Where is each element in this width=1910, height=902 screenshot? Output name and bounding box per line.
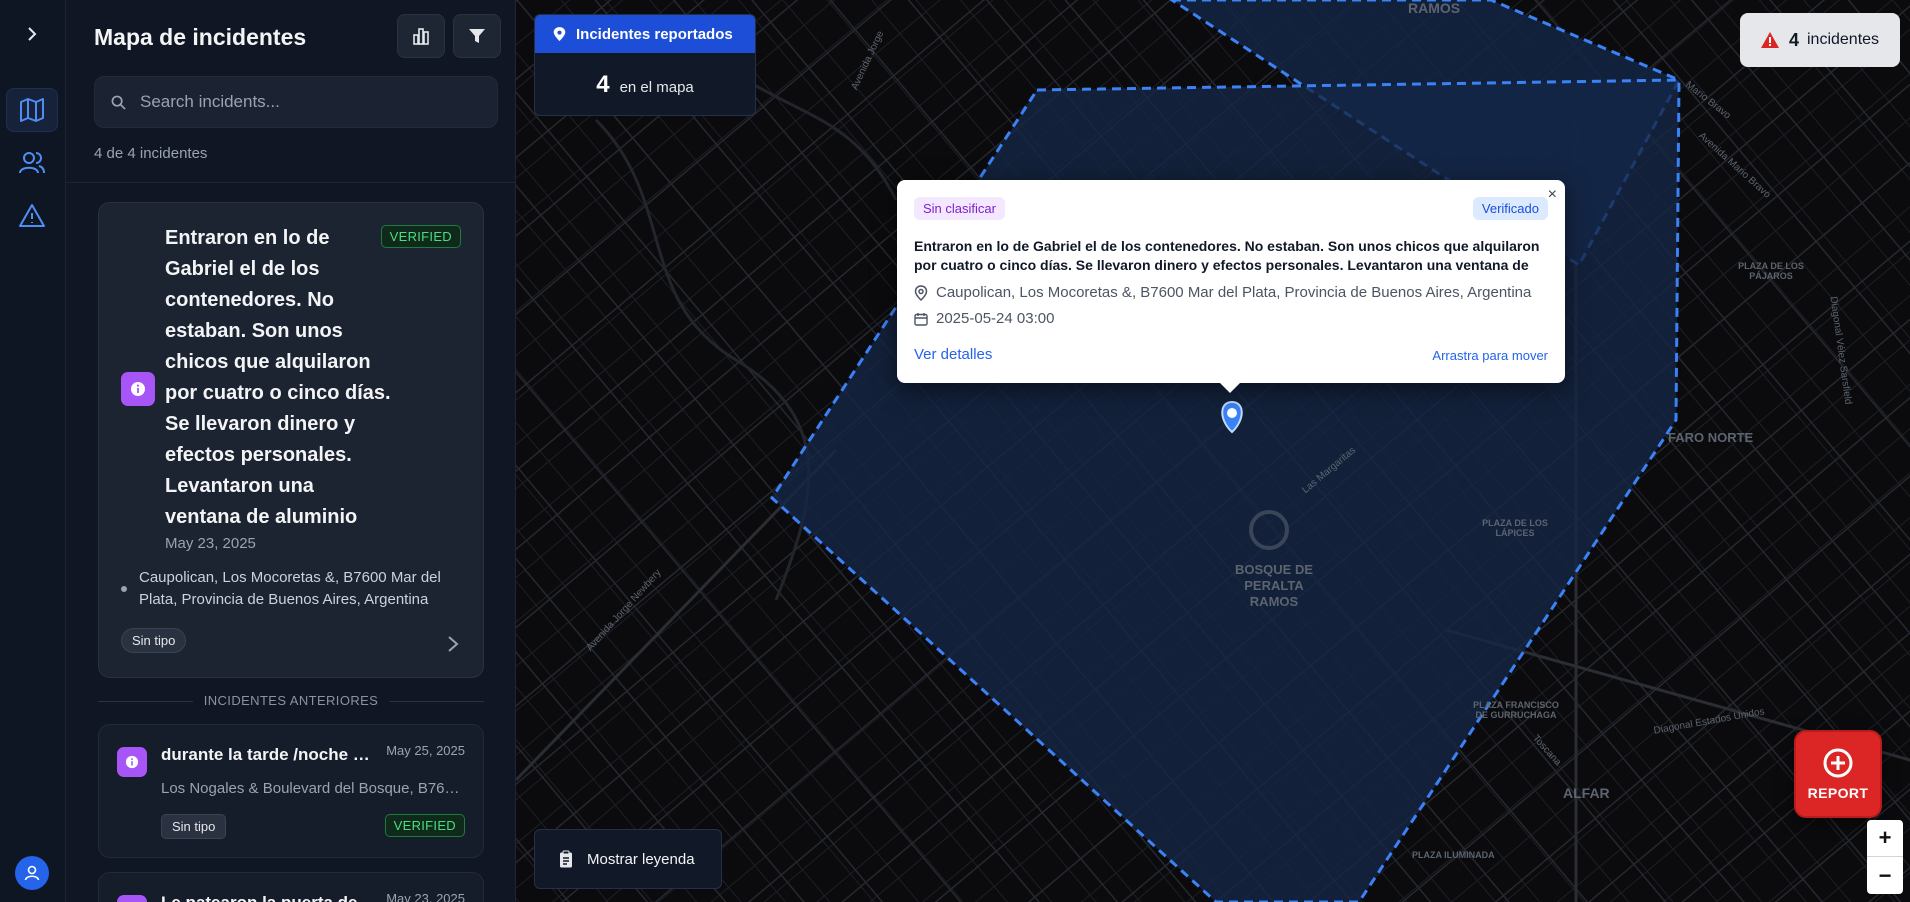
clipboard-icon xyxy=(560,850,572,868)
reported-title: Incidentes reportados xyxy=(576,25,733,43)
search-input[interactable] xyxy=(140,92,497,112)
warning-icon xyxy=(1760,32,1779,48)
map-label: PLAZA ILUMINADA xyxy=(1412,850,1495,860)
popup-location: Caupolican, Los Mocoretas &, B7600 Mar d… xyxy=(936,284,1532,301)
filter-icon xyxy=(469,29,485,43)
incident-card[interactable]: durante la tarde /noche se robaron May 2… xyxy=(98,724,484,858)
divider xyxy=(66,182,515,183)
incident-description: Entraron en lo de Gabriel el de los cont… xyxy=(914,238,1540,273)
map-label: RAMOS xyxy=(1408,0,1461,16)
incidents-label: incidentes xyxy=(1806,31,1880,48)
plus-circle-icon xyxy=(1823,748,1853,778)
warning-icon xyxy=(19,204,45,227)
type-badge: Sin tipo xyxy=(161,814,227,839)
map-label: ALFAR xyxy=(1563,785,1610,801)
incident-title: Entraron en lo de Gabriel el de los cont… xyxy=(165,227,391,528)
reported-label: en el mapa xyxy=(619,79,694,96)
calendar-icon xyxy=(914,312,928,326)
incident-date: May 23, 2025 xyxy=(386,891,465,902)
popup-datetime: 2025-05-24 03:00 xyxy=(936,310,1055,327)
report-label: REPORT xyxy=(1807,785,1869,801)
location-pin-icon xyxy=(553,26,566,41)
user-avatar[interactable] xyxy=(15,856,49,890)
info-badge xyxy=(117,895,147,902)
previous-incidents-heading: INCIDENTES ANTERIORES xyxy=(98,693,484,708)
incident-count-text: 4 de 4 incidentes xyxy=(94,145,208,162)
incident-card[interactable]: Le patearon la puerta de May 23, 2025 xyxy=(98,872,484,902)
location-pin-icon xyxy=(121,586,127,592)
info-icon xyxy=(125,755,139,769)
report-button[interactable]: REPORT xyxy=(1794,730,1882,818)
map-label: BOSQUE DE PERALTA RAMOS xyxy=(1234,562,1313,609)
zoom-in-button[interactable]: + xyxy=(1867,820,1903,857)
close-popup-button[interactable]: × xyxy=(1548,187,1557,203)
map-icon xyxy=(20,98,44,122)
info-icon xyxy=(131,382,145,396)
show-legend-button[interactable]: Mostrar leyenda xyxy=(534,829,722,889)
reported-header: Incidentes reportados xyxy=(535,15,755,53)
incident-date: May 23, 2025 xyxy=(165,535,256,552)
popup-location-row: Caupolican, Los Mocoretas &, B7600 Mar d… xyxy=(914,284,1531,301)
drag-hint[interactable]: Arrastra para mover xyxy=(1432,348,1548,363)
map-label: PLAZA DE LOS PÁJAROS xyxy=(1738,261,1804,281)
chevron-right-icon xyxy=(28,27,37,41)
nav-users-button[interactable] xyxy=(6,141,58,185)
verified-badge: VERIFIED xyxy=(384,814,465,837)
icon-rail xyxy=(0,0,66,902)
map-label: FARO NORTE xyxy=(1668,430,1754,445)
page-title: Mapa de incidentes xyxy=(94,24,307,50)
nav-map-button[interactable] xyxy=(6,88,58,132)
incident-title: durante la tarde /noche se robaron xyxy=(161,745,373,764)
search-icon xyxy=(111,95,126,110)
info-badge xyxy=(117,747,147,777)
bar-chart-icon xyxy=(413,28,429,45)
zoom-controls: + − xyxy=(1867,820,1903,894)
stats-button[interactable] xyxy=(397,14,445,58)
incident-date: May 25, 2025 xyxy=(386,743,465,758)
filter-button[interactable] xyxy=(453,14,501,58)
users-icon xyxy=(19,152,45,174)
zoom-out-button[interactable]: − xyxy=(1867,857,1903,894)
type-badge: Sin tipo xyxy=(121,628,187,653)
nav-alerts-button[interactable] xyxy=(6,194,58,238)
incidents-sidebar: Mapa de incidentes 4 de 4 incidentes Ent… xyxy=(66,0,516,902)
legend-label: Mostrar leyenda xyxy=(587,850,695,868)
featured-incident-card[interactable]: Entraron en lo de Gabriel el de los cont… xyxy=(98,202,484,678)
expand-sidebar-button[interactable] xyxy=(6,12,58,56)
reported-count: 4 xyxy=(596,71,610,98)
map-label: PLAZA DE LOS LÁPICES xyxy=(1482,518,1548,538)
status-tag: Verificado xyxy=(1472,197,1548,220)
incident-location: Caupolican, Los Mocoretas &, B7600 Mar d… xyxy=(139,569,441,608)
verified-badge: VERIFIED xyxy=(380,225,461,248)
type-tag: Sin clasificar xyxy=(914,197,1005,220)
incidents-map[interactable]: RAMOS BOSQUE DE PERALTA RAMOS FARO NORTE… xyxy=(516,0,1910,902)
incidents-count-badge: 4 incidentes xyxy=(1740,13,1900,67)
location-pin-icon xyxy=(914,284,928,301)
incidents-count: 4 xyxy=(1788,29,1799,50)
map-label: PLAZA FRANCISCO DE GURRUCHAGA xyxy=(1473,700,1559,720)
reported-incidents-panel: Incidentes reportados 4 en el mapa xyxy=(534,14,756,116)
popup-date-row: 2025-05-24 03:00 xyxy=(914,310,1054,327)
incident-popup[interactable]: × Sin clasificar Verificado Entraron en … xyxy=(897,180,1565,393)
incident-title: Le patearon la puerta de xyxy=(161,893,373,902)
user-icon xyxy=(24,865,40,881)
incident-location: Los Nogales & Boulevard del Bosque, B760… xyxy=(161,780,467,797)
chevron-right-icon[interactable] xyxy=(447,635,459,653)
view-details-link[interactable]: Ver detalles xyxy=(914,346,992,363)
reported-body: 4 en el mapa xyxy=(535,53,755,99)
info-badge xyxy=(121,372,155,406)
search-box[interactable] xyxy=(94,76,498,128)
